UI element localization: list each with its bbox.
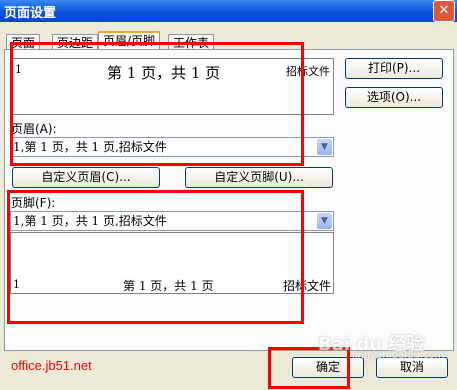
highlight-footer-area bbox=[7, 190, 304, 324]
custom-footer-button[interactable]: 自定义页脚(U)... bbox=[185, 167, 333, 188]
chevron-down-icon[interactable]: ▼ bbox=[317, 213, 332, 229]
print-button[interactable]: 打印(P)... bbox=[345, 58, 443, 79]
options-button[interactable]: 选项(O)... bbox=[345, 87, 443, 108]
close-button[interactable]: ✕ bbox=[433, 0, 455, 22]
highlight-header-area bbox=[10, 42, 304, 166]
site-watermark: office.jb51.net bbox=[11, 358, 92, 373]
chevron-down-icon[interactable]: ▼ bbox=[317, 139, 332, 155]
custom-header-button[interactable]: 自定义页眉(C)... bbox=[12, 167, 160, 188]
title-bar: 页面设置 ✕ bbox=[0, 0, 457, 22]
window-title: 页面设置 bbox=[4, 6, 57, 21]
baidu-watermark-sub: jingyan.baidu.com bbox=[352, 350, 445, 361]
